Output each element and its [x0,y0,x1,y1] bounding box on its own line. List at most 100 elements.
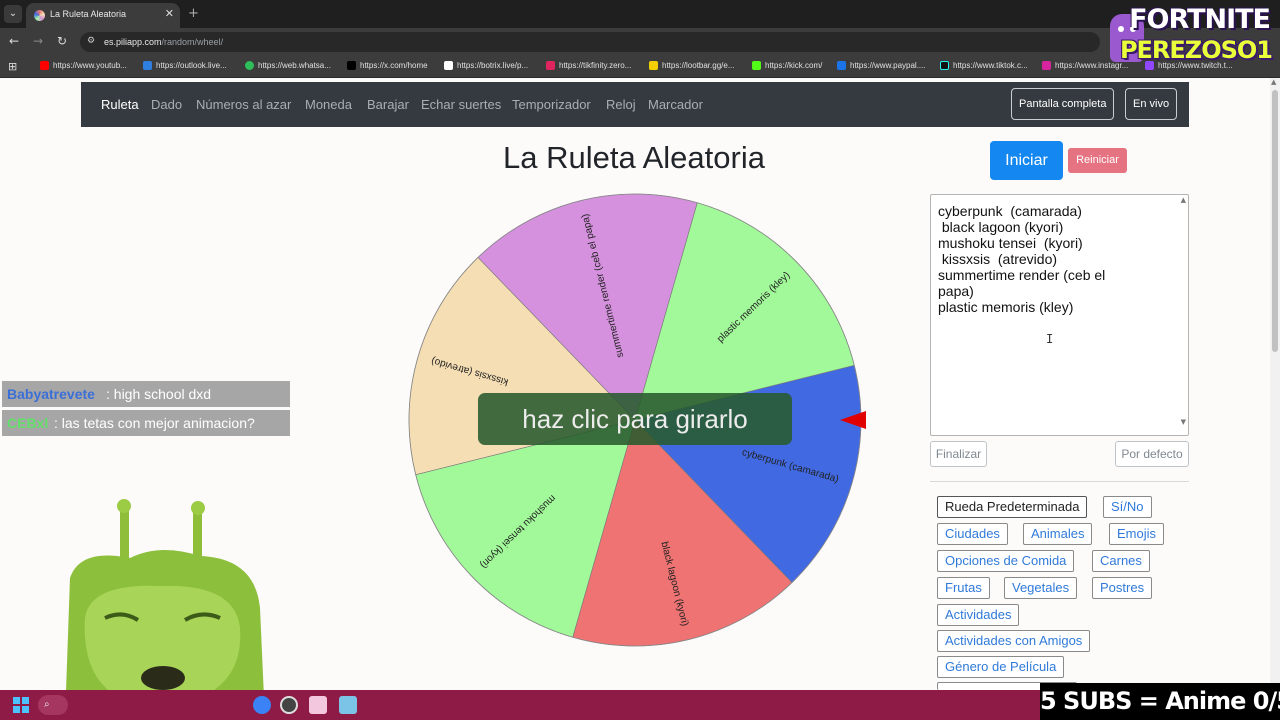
scrollbar-thumb[interactable] [1272,90,1278,352]
forward-icon[interactable]: → [33,34,43,48]
entry-line: papa) [938,283,974,299]
x-icon [347,61,356,70]
bookmark-tiktok[interactable]: https://www.tiktok.c... [940,61,1028,70]
streamer-mascot-image [65,499,265,720]
entry-line: black lagoon (kyori) [938,219,1064,235]
whatsapp-icon [245,61,254,70]
default-button[interactable]: Por defecto [1115,441,1189,467]
lootbar-icon [649,61,658,70]
scroll-up-icon[interactable]: ▲ [1181,196,1186,204]
spin-hint[interactable]: haz clic para girarlo [478,393,792,445]
url-path: /random/wheel/ [161,37,224,47]
bookmark-lootbar[interactable]: https://lootbar.gg/e... [649,61,735,70]
fullscreen-button[interactable]: Pantalla completa [1011,88,1115,120]
preset-si-no[interactable]: Sí/No [1103,496,1152,518]
outlook-icon [143,61,152,70]
address-toolbar: ← → ↻ ⚙ es.piliapp.com/random/wheel/ [0,28,1280,56]
bookmark-x[interactable]: https://x.com/home [347,61,428,70]
tikfinity-icon [546,61,555,70]
app-taskbar-icon[interactable] [309,696,327,714]
apps-grid-icon[interactable]: ⊞ [8,60,17,73]
nav-brand[interactable]: Ruleta [101,97,139,112]
chat-username: CEBxl [7,415,49,431]
logo-line1: FORTNITE [1129,4,1271,35]
bookmark-tikfinity[interactable]: https://tikfinity.zero... [546,61,631,70]
preset-frutas[interactable]: Frutas [937,577,990,599]
nav-link-reloj[interactable]: Reloj [606,97,636,112]
bookmark-kick[interactable]: https://kick.com/ [752,61,822,70]
browser-tab-strip: ⌄ La Ruleta Aleatoria ✕ + [0,0,1280,28]
nav-link-temporizador[interactable]: Temporizador [512,97,591,112]
chat-text: : las tetas con mejor animacion? [54,415,255,431]
divider [930,481,1189,482]
scroll-down-icon[interactable]: ▼ [1181,418,1186,426]
finalize-button[interactable]: Finalizar [930,441,987,467]
preset-rueda-predeterminada[interactable]: Rueda Predeterminada [937,496,1088,518]
new-tab-icon[interactable]: + [188,6,199,21]
entry-line: kissxsis (atrevido) [938,251,1058,267]
botrix-icon [444,61,453,70]
tab-title: La Ruleta Aleatoria [50,9,127,19]
nav-link-dado[interactable]: Dado [151,97,182,112]
paypal-icon [837,61,846,70]
notepad-icon[interactable] [339,696,357,714]
nav-link-barajar[interactable]: Barajar [367,97,409,112]
chat-username: Babyatrevete [7,386,95,402]
bookmark-outlook[interactable]: https://outlook.live... [143,61,227,70]
preset-vegetales[interactable]: Vegetales [1004,577,1078,599]
kick-icon [752,61,761,70]
entry-line: plastic memoris (kley) [938,299,1074,315]
live-button[interactable]: En vivo [1125,88,1178,120]
chat-message: Babyatrevete : high school dxd [2,381,290,407]
nav-link-echar-suertes[interactable]: Echar suertes [421,97,501,112]
preset-actividades[interactable]: Actividades [937,604,1020,626]
preset-ciudades[interactable]: Ciudades [937,523,1008,545]
logo-line2: PEREZOSO1 [1119,36,1273,64]
chat-message: CEBxl : las tetas con mejor animacion? [2,410,290,436]
bookmark-youtube[interactable]: https://www.youtub... [40,61,127,70]
preset-animales[interactable]: Animales [1023,523,1093,545]
windows-start-icon[interactable] [13,697,29,713]
scroll-up-icon[interactable]: ▲ [1271,78,1276,86]
page-scrollbar[interactable]: ▲ [1270,78,1280,690]
url-host: es.piliapp.com [104,37,162,47]
chat-text: : high school dxd [106,386,212,402]
site-navbar: Ruleta Dado Números al azar Moneda Baraj… [81,82,1189,127]
tab-search-icon[interactable]: ⌄ [4,5,22,23]
start-button[interactable]: Iniciar [990,141,1063,180]
browser-tab[interactable]: La Ruleta Aleatoria ✕ [26,3,180,28]
site-info-icon[interactable]: ⚙ [87,36,95,46]
preset-actividades-con-amigos[interactable]: Actividades con Amigos [937,630,1091,652]
entry-line: cyberpunk (camarada) [938,203,1082,219]
entries-textarea[interactable]: cyberpunk (camarada) black lagoon (kyori… [930,194,1189,436]
bookmark-paypal[interactable]: https://www.paypal.... [837,61,926,70]
subs-counter: 5 SUBS = Anime 0/5 [1040,683,1280,720]
preset-postres[interactable]: Postres [1092,577,1153,599]
preset-emojis[interactable]: Emojis [1109,523,1165,545]
preset-opciones-de-comida[interactable]: Opciones de Comida [937,550,1075,572]
url-bar[interactable]: ⚙ es.piliapp.com/random/wheel/ [80,32,1100,52]
tiktok-icon [940,61,949,70]
obs-icon[interactable] [280,696,298,714]
reset-button[interactable]: Reiniciar [1068,148,1127,173]
bookmark-whatsapp[interactable]: https://web.whatsa... [245,61,331,70]
text-cursor-icon: I [1046,332,1054,346]
wheel-favicon-icon [34,10,45,21]
entry-line: summertime render (ceb el [938,267,1106,283]
search-icon[interactable]: ⌕ [38,695,68,715]
reload-icon[interactable]: ↻ [57,34,67,48]
preset-genero-de-pelicula[interactable]: Género de Película [937,656,1065,678]
nav-link-moneda[interactable]: Moneda [305,97,352,112]
back-icon[interactable]: ← [9,34,19,48]
nav-link-marcador[interactable]: Marcador [648,97,703,112]
browser-taskbar-icon[interactable] [253,696,271,714]
bookmark-botrix[interactable]: https://botrix.live/p... [444,61,528,70]
channel-logo: FORTNITE PEREZOSO1 [1108,4,1276,66]
instagram-icon [1042,61,1051,70]
wheel-pointer-icon [840,411,866,429]
close-icon[interactable]: ✕ [165,7,174,20]
youtube-icon [40,61,49,70]
entry-line: mushoku tensei (kyori) [938,235,1083,251]
preset-carnes[interactable]: Carnes [1092,550,1150,572]
nav-link-numeros[interactable]: Números al azar [196,97,291,112]
